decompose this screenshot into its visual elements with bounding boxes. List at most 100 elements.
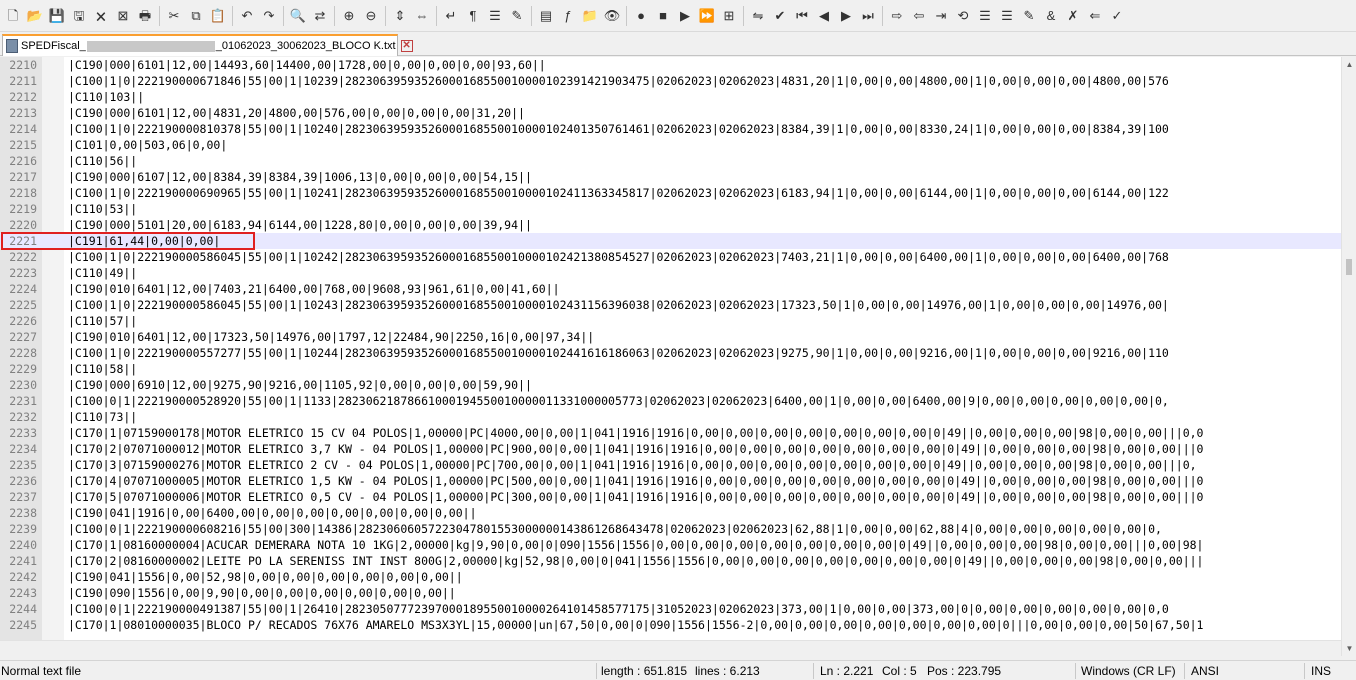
line-text[interactable]: |C100|1|0|222190000810378|55|00|1|10240|… xyxy=(68,121,1169,137)
code-line[interactable]: 2210 |C190|000|6101|12,00|14493,60|14400,… xyxy=(0,57,1341,73)
code-line[interactable]: 2229 |C110|58|| xyxy=(0,361,1341,377)
line-text[interactable]: |C101|0,00|503,06|0,00| xyxy=(68,137,227,153)
code-line[interactable]: 2233 |C170|1|07159000178|MOTOR ELETRICO 1… xyxy=(0,425,1341,441)
code-area[interactable]: 2210 |C190|000|6101|12,00|14493,60|14400,… xyxy=(0,57,1341,656)
next-diff-icon[interactable]: ▶ xyxy=(835,5,857,27)
code-line[interactable]: 2222 |C100|1|0|222190000586045|55|00|1|10… xyxy=(0,249,1341,265)
sync-vertical-icon[interactable]: ⇕ xyxy=(389,5,411,27)
cut-icon[interactable]: ✂ xyxy=(163,5,185,27)
code-line[interactable]: 2212 |C110|103|| xyxy=(0,89,1341,105)
line-text[interactable]: |C100|0|1|222190000491387|55|00|1|26410|… xyxy=(68,601,1169,617)
plugin-f-icon[interactable]: ☰ xyxy=(996,5,1018,27)
line-text[interactable]: |C190|041|1556|0,00|52,98|0,00|0,00|0,00… xyxy=(68,569,463,585)
line-text[interactable]: |C100|0|1|222190000528920|55|00|1|1133|2… xyxy=(68,393,1169,409)
code-line[interactable]: 2235 |C170|3|07159000276|MOTOR ELETRICO 2… xyxy=(0,457,1341,473)
scroll-down-icon[interactable]: ▼ xyxy=(1342,641,1356,656)
line-text[interactable]: |C100|1|0|222190000690965|55|00|1|10241|… xyxy=(68,185,1169,201)
code-line[interactable]: 2211 |C100|1|0|222190000671846|55|00|1|10… xyxy=(0,73,1341,89)
line-text[interactable]: |C100|1|0|222190000586045|55|00|1|10242|… xyxy=(68,249,1169,265)
line-text[interactable]: |C110|73|| xyxy=(68,409,137,425)
line-text[interactable]: |C190|000|6107|12,00|8384,39|8384,39|100… xyxy=(68,169,532,185)
sync-horizontal-icon[interactable]: ⇔ xyxy=(411,5,433,27)
code-line[interactable]: 2213 |C190|000|6101|12,00|4831,20|4800,00… xyxy=(0,105,1341,121)
line-text[interactable]: |C110|49|| xyxy=(68,265,137,281)
zoom-out-icon[interactable]: ⊖ xyxy=(360,5,382,27)
code-line[interactable]: 2238 |C190|041|1916|0,00|6400,00|0,00|0,0… xyxy=(0,505,1341,521)
code-line[interactable]: 2226 |C110|57|| xyxy=(0,313,1341,329)
plugin-e-icon[interactable]: ☰ xyxy=(974,5,996,27)
code-line[interactable]: 2227 |C190|010|6401|12,00|17323,50|14976,… xyxy=(0,329,1341,345)
line-text[interactable]: |C190|041|1916|0,00|6400,00|0,00|0,00|0,… xyxy=(68,505,477,521)
tab-close-icon[interactable]: ✕ xyxy=(400,40,413,52)
stop-recording-icon[interactable]: ■ xyxy=(652,5,674,27)
code-line[interactable]: 2240 |C170|1|08160000004|ACUCAR DEMERARA … xyxy=(0,537,1341,553)
line-text[interactable]: |C170|1|08160000004|ACUCAR DEMERARA NOTA… xyxy=(68,537,1203,553)
code-line[interactable]: 2230 |C190|000|6910|12,00|9275,90|9216,00… xyxy=(0,377,1341,393)
code-line[interactable]: 2234 |C170|2|07071000012|MOTOR ELETRICO 3… xyxy=(0,441,1341,457)
replace-icon[interactable]: ⇄ xyxy=(309,5,331,27)
close-all-icon[interactable]: ⊠ xyxy=(112,5,134,27)
compare-icon[interactable]: ⇋ xyxy=(747,5,769,27)
line-text[interactable]: |C170|1|08010000035|BLOCO P/ RECADOS 76X… xyxy=(68,617,1203,633)
code-line[interactable]: 2242 |C190|041|1556|0,00|52,98|0,00|0,00|… xyxy=(0,569,1341,585)
folder-as-workspace-icon[interactable]: 📁 xyxy=(579,5,601,27)
line-text[interactable]: |C170|3|07159000276|MOTOR ELETRICO 2 CV … xyxy=(68,457,1197,473)
last-diff-icon[interactable]: ⏭ xyxy=(857,5,879,27)
line-text[interactable]: |C170|1|07159000178|MOTOR ELETRICO 15 CV… xyxy=(68,425,1203,441)
indent-guide-icon[interactable]: ☰ xyxy=(484,5,506,27)
function-list-icon[interactable]: ƒ xyxy=(557,5,579,27)
code-line[interactable]: 2223 |C110|49|| xyxy=(0,265,1341,281)
plugin-k-icon[interactable]: ✓ xyxy=(1106,5,1128,27)
show-all-chars-icon[interactable]: ¶ xyxy=(462,5,484,27)
line-text[interactable]: |C170|5|07071000006|MOTOR ELETRICO 0,5 C… xyxy=(68,489,1203,505)
line-text[interactable]: |C100|0|1|222190000608216|55|00|300|1438… xyxy=(68,521,1162,537)
editor[interactable]: 2210 |C190|000|6101|12,00|14493,60|14400,… xyxy=(0,57,1356,656)
scroll-thumb[interactable] xyxy=(1346,259,1352,275)
print-icon[interactable]: 🖶 xyxy=(134,5,156,27)
code-line[interactable]: 2237 |C170|5|07071000006|MOTOR ELETRICO 0… xyxy=(0,489,1341,505)
save-all-icon[interactable]: 🖫 xyxy=(68,5,90,27)
line-text[interactable]: |C170|2|08160000002|LEITE PO LA SERENISS… xyxy=(68,553,1203,569)
new-file-icon[interactable]: 🗋 xyxy=(2,5,24,27)
code-line[interactable]: 2228 |C100|1|0|222190000557277|55|00|1|10… xyxy=(0,345,1341,361)
find-icon[interactable]: 🔍 xyxy=(287,5,309,27)
plugin-a-icon[interactable]: ⇨ xyxy=(886,5,908,27)
plugin-c-icon[interactable]: ⇥ xyxy=(930,5,952,27)
doc-map-icon[interactable]: ▤ xyxy=(535,5,557,27)
line-text[interactable]: |C100|1|0|222190000557277|55|00|1|10244|… xyxy=(68,345,1169,361)
code-line[interactable]: 2217 |C190|000|6107|12,00|8384,39|8384,39… xyxy=(0,169,1341,185)
word-wrap-icon[interactable]: ↵ xyxy=(440,5,462,27)
tab-sped-file[interactable]: SPEDFiscal_ _01062023_30062023_BLOCO K.t… xyxy=(2,34,413,56)
open-file-icon[interactable]: 📂 xyxy=(24,5,46,27)
undo-icon[interactable]: ↶ xyxy=(236,5,258,27)
plugin-g-icon[interactable]: ✎ xyxy=(1018,5,1040,27)
code-line[interactable]: 2245 |C170|1|08010000035|BLOCO P/ RECADOS… xyxy=(0,617,1341,633)
udl-icon[interactable]: ✎ xyxy=(506,5,528,27)
line-text[interactable]: |C100|1|0|222190000586045|55|00|1|10243|… xyxy=(68,297,1169,313)
plugin-d-icon[interactable]: ⟲ xyxy=(952,5,974,27)
line-text[interactable]: |C100|1|0|222190000671846|55|00|1|10239|… xyxy=(68,73,1169,89)
copy-icon[interactable]: ⧉ xyxy=(185,5,207,27)
compare-check-icon[interactable]: ✔ xyxy=(769,5,791,27)
record-macro-icon[interactable]: ● xyxy=(630,5,652,27)
plugin-i-icon[interactable]: ✗ xyxy=(1062,5,1084,27)
run-macro-multiple-icon[interactable]: ⏩ xyxy=(696,5,718,27)
first-diff-icon[interactable]: ⏮ xyxy=(791,5,813,27)
code-line[interactable]: 2239 |C100|0|1|222190000608216|55|00|300|… xyxy=(0,521,1341,537)
line-text[interactable]: |C110|56|| xyxy=(68,153,137,169)
code-line[interactable]: 2232 |C110|73|| xyxy=(0,409,1341,425)
code-line[interactable]: 2231 |C100|0|1|222190000528920|55|00|1|11… xyxy=(0,393,1341,409)
prev-diff-icon[interactable]: ◀ xyxy=(813,5,835,27)
code-line[interactable]: 2236 |C170|4|07071000005|MOTOR ELETRICO 1… xyxy=(0,473,1341,489)
save-icon[interactable]: 💾 xyxy=(46,5,68,27)
monitoring-icon[interactable]: 👁 xyxy=(601,5,623,27)
close-icon[interactable]: 🗙 xyxy=(90,5,112,27)
line-text[interactable]: |C190|010|6401|12,00|7403,21|6400,00|768… xyxy=(68,281,560,297)
line-text[interactable]: |C190|000|6101|12,00|14493,60|14400,00|1… xyxy=(68,57,546,73)
code-line[interactable]: 2216 |C110|56|| xyxy=(0,153,1341,169)
code-line[interactable]: 2215 |C101|0,00|503,06|0,00| xyxy=(0,137,1341,153)
plugin-j-icon[interactable]: ⇐ xyxy=(1084,5,1106,27)
line-text[interactable]: |C190|000|6101|12,00|4831,20|4800,00|576… xyxy=(68,105,525,121)
line-text[interactable]: |C170|2|07071000012|MOTOR ELETRICO 3,7 K… xyxy=(68,441,1203,457)
line-text[interactable]: |C110|103|| xyxy=(68,89,144,105)
